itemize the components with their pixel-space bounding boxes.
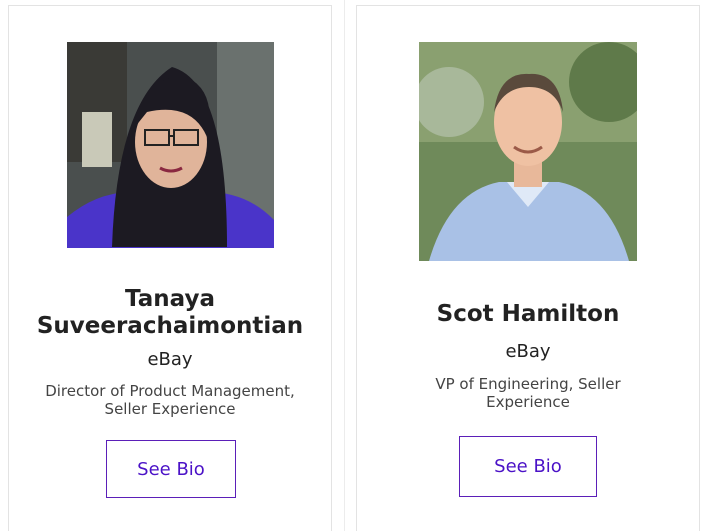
speaker-title-line: Experience	[486, 393, 570, 411]
portrait-image	[67, 42, 274, 248]
speaker-name: Tanaya Suveerachaimontian	[9, 286, 331, 340]
speaker-card: Scot Hamilton eBay VP of Engineering, Se…	[356, 5, 700, 531]
speaker-name-line: Tanaya	[125, 286, 215, 312]
column-divider	[344, 0, 345, 531]
speaker-photo	[67, 42, 274, 248]
speaker-title: VP of Engineering, Seller Experience	[357, 375, 699, 411]
see-bio-button[interactable]: See Bio	[106, 440, 236, 498]
portrait-image	[419, 42, 637, 261]
speaker-photo	[419, 42, 637, 261]
speaker-card: Tanaya Suveerachaimontian eBay Director …	[8, 5, 332, 531]
speaker-title-line: Seller Experience	[104, 400, 236, 418]
speaker-title: Director of Product Management, Seller E…	[9, 382, 331, 418]
speaker-company: eBay	[147, 349, 193, 370]
speakers-grid: Tanaya Suveerachaimontian eBay Director …	[0, 0, 707, 531]
speaker-title-line: VP of Engineering, Seller	[435, 375, 621, 393]
speaker-company: eBay	[505, 341, 551, 362]
speaker-name-line: Suveerachaimontian	[36, 313, 304, 339]
speaker-title-line: Director of Product Management,	[45, 382, 295, 400]
see-bio-button[interactable]: See Bio	[459, 436, 597, 497]
speaker-name: Scot Hamilton	[436, 301, 620, 327]
